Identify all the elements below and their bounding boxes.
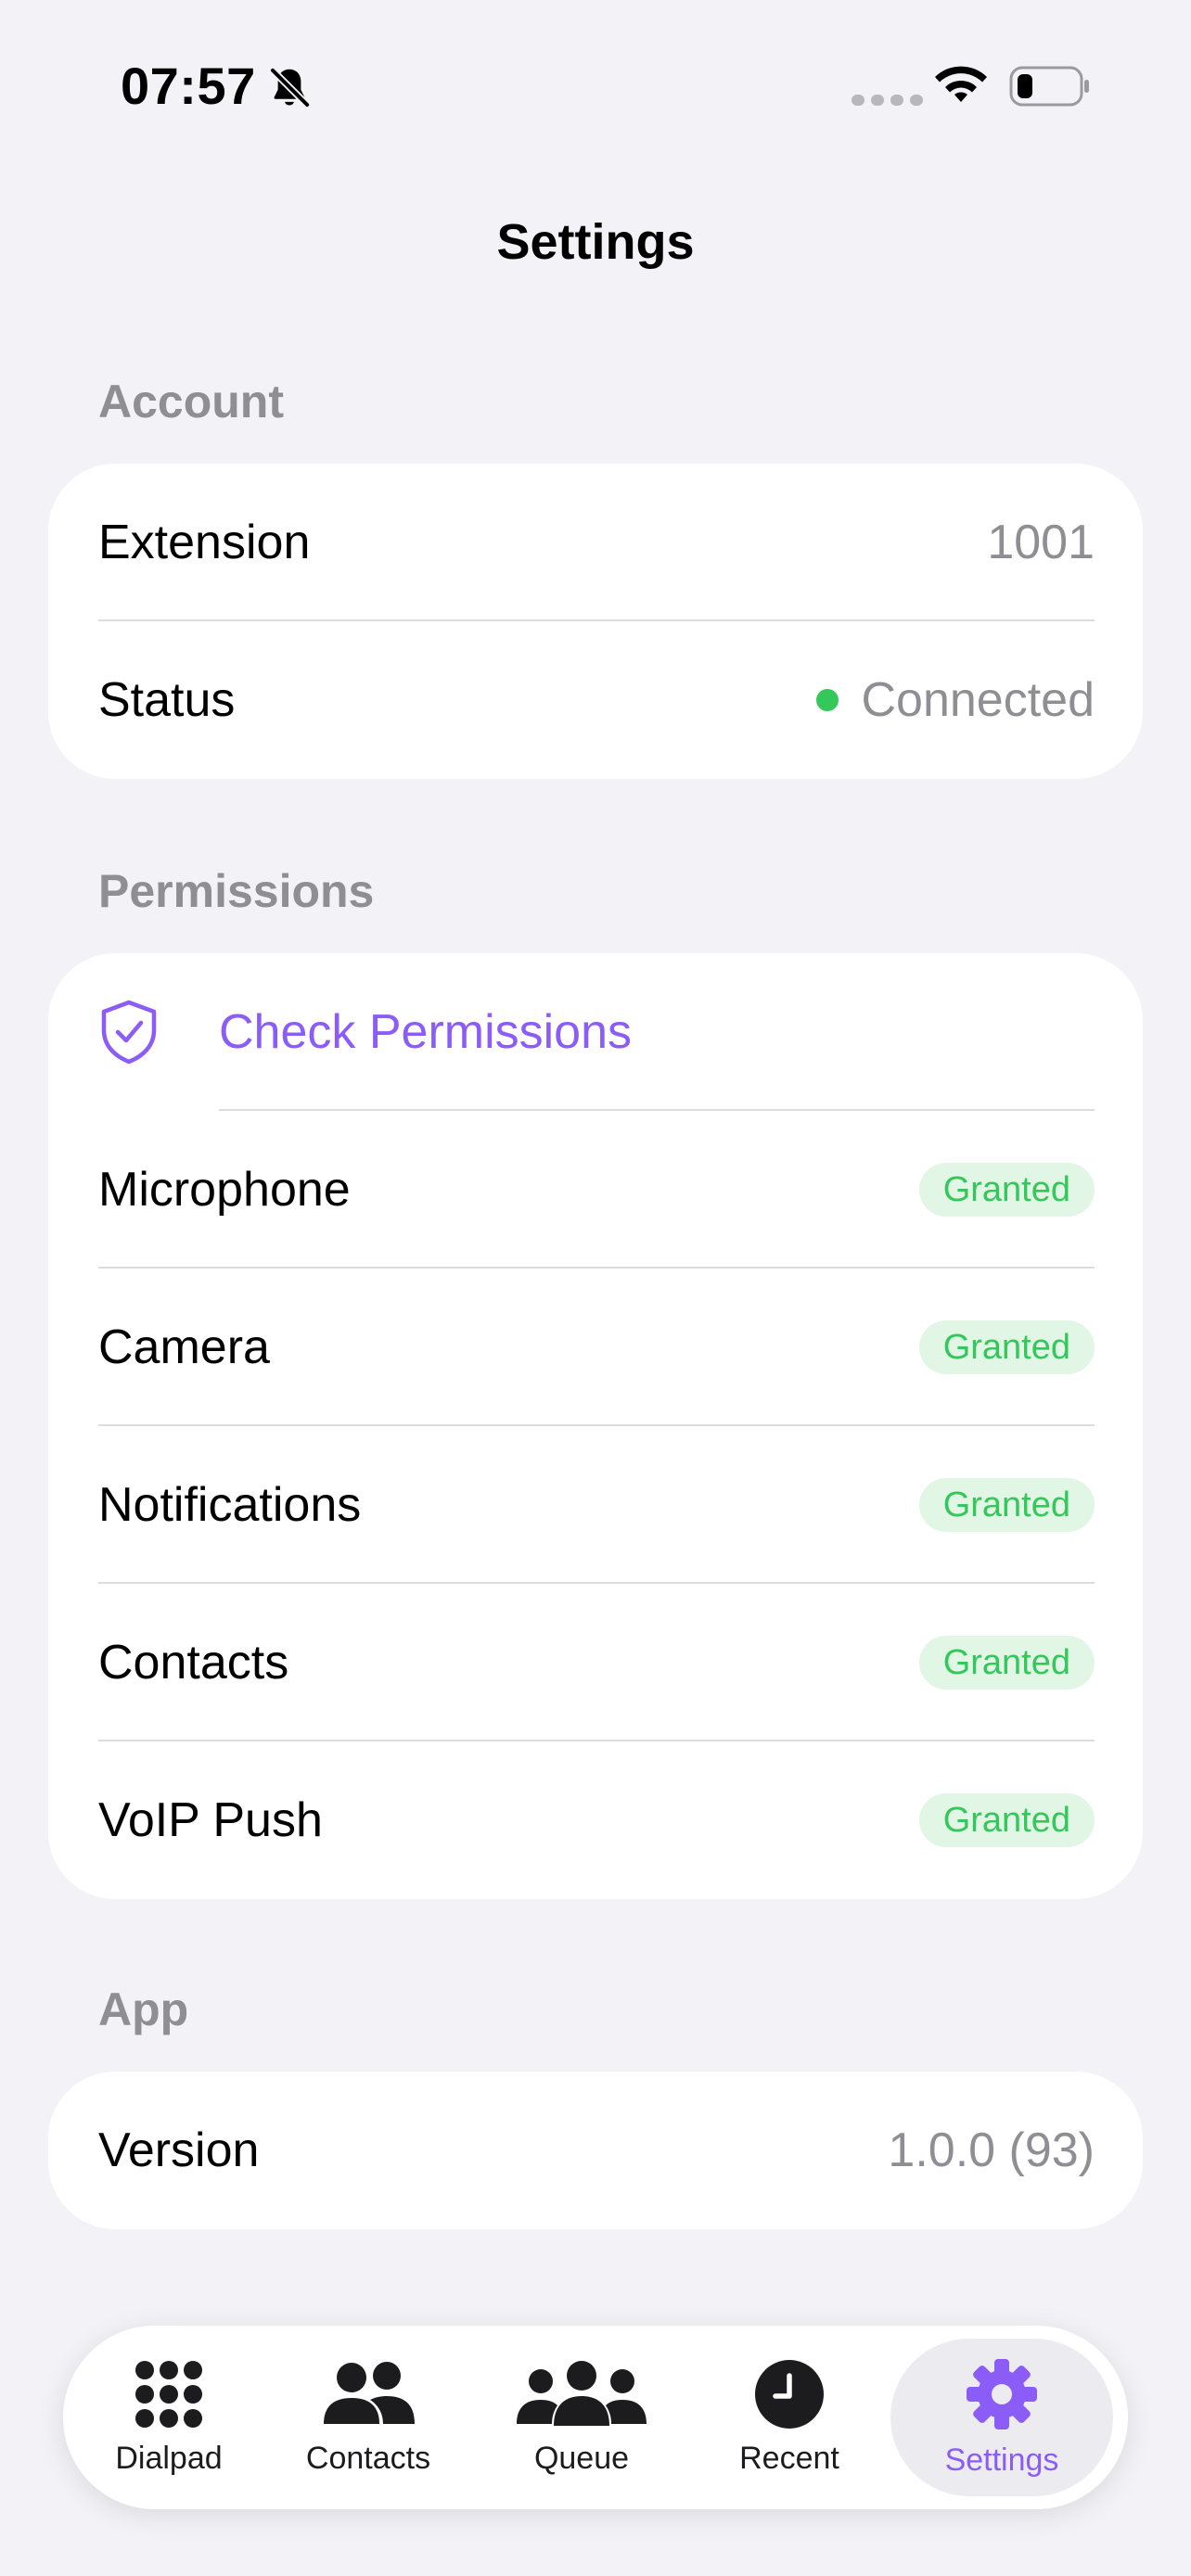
extension-label: Extension <box>98 516 311 569</box>
status-row: Status Connected <box>48 621 1143 779</box>
permission-row-notifications: Notifications Granted <box>48 1426 1143 1584</box>
section-header-permissions: Permissions <box>98 865 375 917</box>
permission-label: Microphone <box>98 1163 351 1217</box>
version-label: Version <box>98 2123 260 2177</box>
shield-check-icon <box>101 1000 157 1065</box>
permission-label: Contacts <box>98 1636 289 1690</box>
tab-settings[interactable]: Settings <box>890 2339 1113 2496</box>
section-header-app: App <box>98 1983 189 2035</box>
status-bar: 07:57 <box>0 0 1191 176</box>
extension-value: 1001 <box>987 516 1095 569</box>
account-card: Extension 1001 Status Connected <box>48 464 1143 779</box>
wifi-icon <box>935 66 987 102</box>
permission-label: VoIP Push <box>98 1793 323 1847</box>
permission-row-microphone: Microphone Granted <box>48 1111 1143 1269</box>
granted-badge: Granted <box>918 1793 1095 1847</box>
granted-badge: Granted <box>918 1163 1095 1217</box>
app-card: Version 1.0.0 (93) <box>48 2072 1143 2229</box>
tab-label: Dialpad <box>115 2440 223 2476</box>
tab-contacts[interactable]: Contacts <box>262 2339 475 2496</box>
page-title: Settings <box>496 214 695 270</box>
status-value: Connected <box>816 672 1095 728</box>
status-time: 07:57 <box>121 57 256 115</box>
granted-badge: Granted <box>918 1320 1095 1374</box>
dialpad-icon <box>135 2360 202 2428</box>
gear-icon <box>967 2358 1037 2429</box>
tab-queue[interactable]: Queue <box>475 2339 688 2496</box>
settings-screen: 07:57 Settings Account Extension 1001 St… <box>0 0 1191 2576</box>
permission-row-contacts: Contacts Granted <box>48 1584 1143 1741</box>
granted-badge: Granted <box>918 1636 1095 1690</box>
tab-label: Recent <box>739 2440 839 2476</box>
permissions-card: Check Permissions Microphone Granted Cam… <box>48 953 1143 1899</box>
tab-recent[interactable]: Recent <box>688 2339 890 2496</box>
tab-label: Contacts <box>305 2440 431 2476</box>
permission-label: Notifications <box>98 1478 362 1532</box>
extension-row: Extension 1001 <box>48 464 1143 621</box>
tab-dialpad[interactable]: Dialpad <box>76 2339 262 2496</box>
battery-icon <box>1009 66 1089 107</box>
tab-bar: Dialpad Contacts Queue Recent Settings <box>63 2326 1128 2509</box>
granted-badge: Granted <box>918 1478 1095 1532</box>
version-row: Version 1.0.0 (93) <box>48 2072 1143 2229</box>
status-value-text: Connected <box>861 673 1095 727</box>
bell-slash-icon <box>269 67 311 108</box>
connected-status-dot <box>816 689 839 711</box>
section-header-account: Account <box>98 376 284 427</box>
signal-icon <box>852 95 923 106</box>
check-permissions-button[interactable]: Check Permissions <box>48 953 1143 1111</box>
tab-label: Settings <box>944 2442 1059 2478</box>
permission-row-voip-push: VoIP Push Granted <box>48 1741 1143 1899</box>
status-label: Status <box>98 673 236 727</box>
tab-label: Queue <box>533 2440 630 2476</box>
clock-icon <box>755 2359 824 2429</box>
version-value: 1.0.0 (93) <box>888 2123 1095 2177</box>
permission-label: Camera <box>98 1320 270 1374</box>
check-permissions-label: Check Permissions <box>219 1005 633 1059</box>
queue-icon <box>517 2360 647 2426</box>
contacts-icon <box>324 2361 415 2424</box>
permission-row-camera: Camera Granted <box>48 1269 1143 1426</box>
